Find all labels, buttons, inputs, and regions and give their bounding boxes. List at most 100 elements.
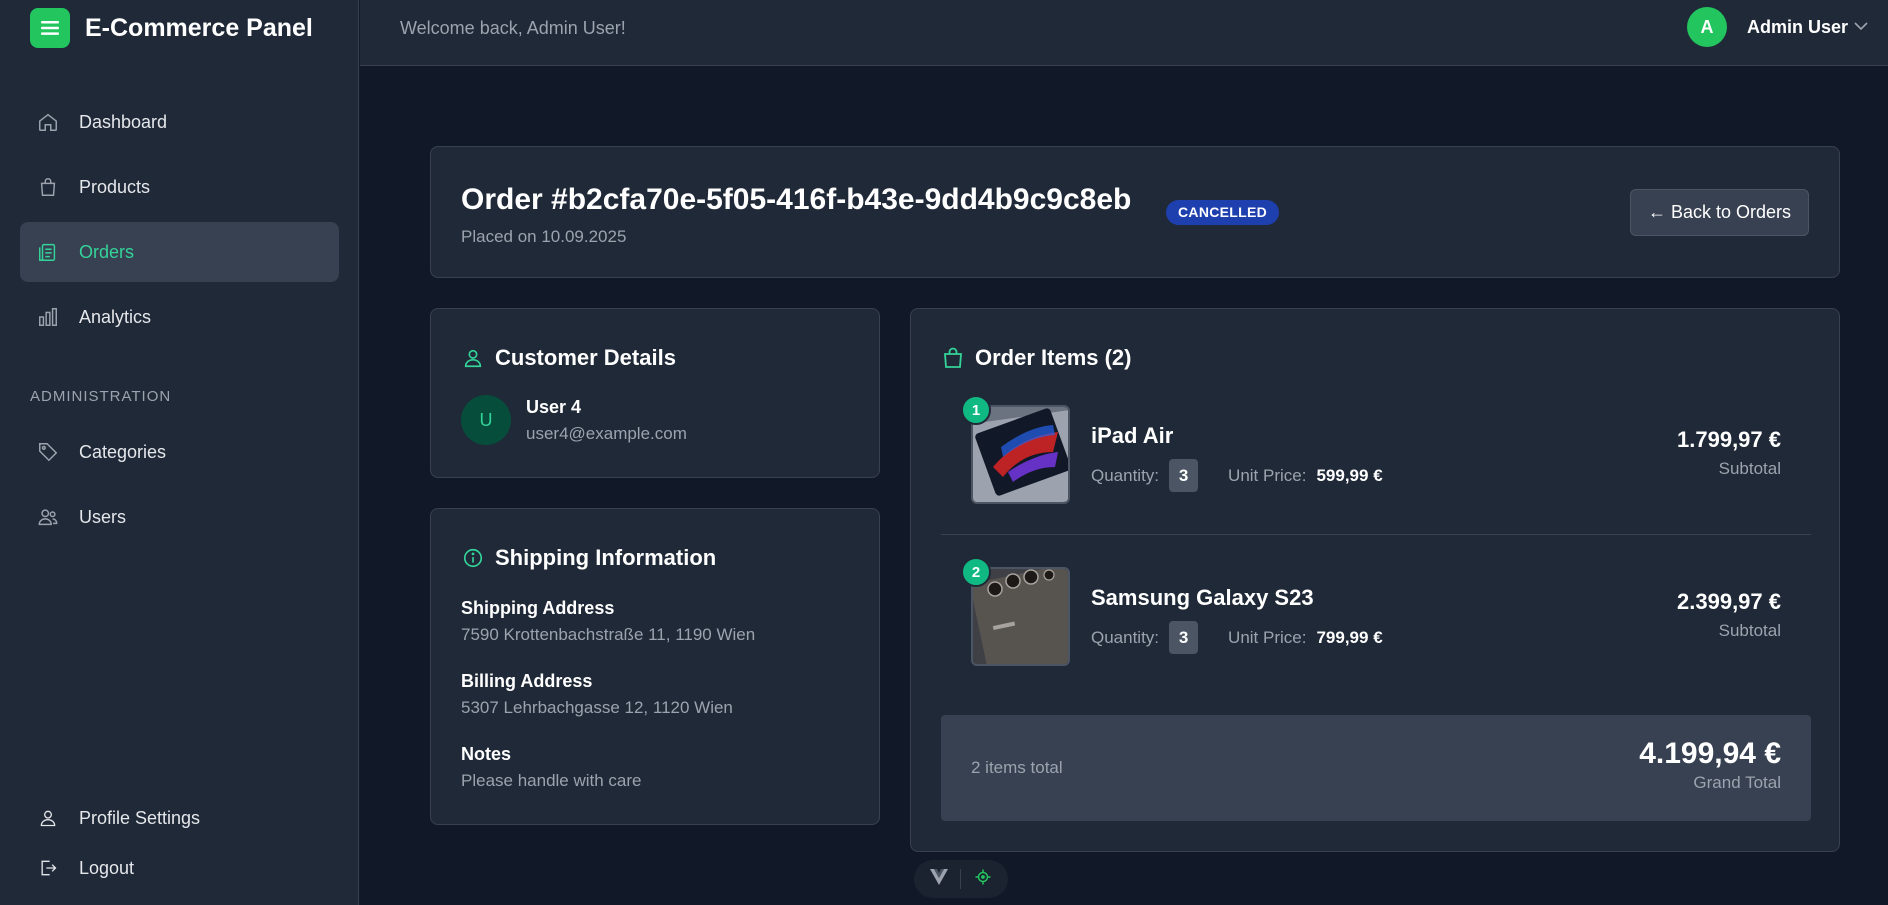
shipping-information-card: Shipping Information Shipping Address 75… (430, 508, 880, 825)
admin-nav: Categories Users (20, 422, 339, 552)
customer-email: user4@example.com (526, 423, 687, 443)
subtotal-amount: 1.799,97 € (1677, 427, 1781, 452)
shopping-bag-icon (36, 175, 60, 199)
sidebar-item-label: Logout (79, 857, 135, 878)
product-name: iPad Air (1091, 423, 1174, 448)
sidebar-item-dashboard[interactable]: Dashboard (20, 92, 339, 152)
order-items-card: Order Items (2) 1 iPad Air Quantity: 3 U… (910, 308, 1840, 852)
logout-icon (36, 856, 60, 880)
user-icon (36, 806, 60, 830)
sidebar-item-label: Products (79, 176, 151, 197)
customer-row: U User 4 user4@example.com (461, 395, 687, 445)
item-index-badge: 2 (961, 557, 991, 587)
sidebar-item-label: Categories (79, 441, 167, 462)
notes-block: Notes Please handle with care (461, 744, 642, 791)
shipping-address-block: Shipping Address 7590 Krottenbachstraße … (461, 598, 755, 645)
shopping-bag-icon (941, 346, 965, 370)
item-meta: Quantity: 3 Unit Price: 799,99 € (1091, 621, 1383, 654)
back-to-orders-button[interactable]: ← Back to Orders (1630, 189, 1809, 236)
sidebar-item-label: Users (79, 506, 127, 527)
list-item[interactable]: 1 iPad Air Quantity: 3 Unit Price: 599,9… (941, 395, 1811, 535)
home-icon (36, 110, 60, 134)
sidebar: E-Commerce Panel Dashboard Products Orde… (0, 0, 359, 905)
welcome-message: Welcome back, Admin User! (400, 18, 626, 38)
sidebar-item-categories[interactable]: Categories (20, 422, 339, 482)
item-meta: Quantity: 3 Unit Price: 599,99 € (1091, 459, 1383, 492)
users-icon (36, 505, 60, 529)
sidebar-item-label: Orders (79, 241, 135, 262)
order-total-bar: 2 items total 4.199,94 € Grand Total (941, 715, 1811, 821)
card-title: Shipping Information (495, 545, 717, 570)
item-index-badge: 1 (961, 395, 991, 425)
main-nav: Dashboard Products Orders Analytics (20, 92, 339, 352)
target-icon[interactable] (974, 868, 992, 891)
app-title: E-Commerce Panel (85, 13, 313, 42)
order-header-card: Order #b2cfa70e-5f05-416f-b43e-9dd4b9c9c… (430, 146, 1840, 278)
clipboard-list-icon (36, 240, 60, 264)
status-badge: CANCELLED (1166, 200, 1280, 225)
user-name: Admin User (1746, 16, 1848, 37)
unit-price-label: Unit Price: (1228, 627, 1307, 647)
sidebar-item-label: Profile Settings (79, 807, 201, 828)
billing-address-block: Billing Address 5307 Lehrbachgasse 12, 1… (461, 671, 733, 718)
order-items-heading: Order Items (2) (941, 345, 1132, 371)
sidebar-item-analytics[interactable]: Analytics (20, 287, 339, 347)
billing-address-value: 5307 Lehrbachgasse 12, 1120 Wien (461, 698, 733, 717)
sidebar-item-label: Dashboard (79, 111, 168, 132)
customer-details-card: Customer Details U User 4 user4@example.… (430, 308, 880, 478)
unit-price-label: Unit Price: (1228, 465, 1307, 485)
sidebar-item-logout[interactable]: Logout (20, 843, 339, 893)
quantity-label: Quantity: (1091, 627, 1160, 647)
quantity-value: 3 (1169, 459, 1199, 492)
sidebar-item-profile-settings[interactable]: Profile Settings (20, 793, 339, 843)
item-subtotal: 2.399,97 € Subtotal (1677, 589, 1781, 641)
customer-details-heading: Customer Details (461, 345, 676, 371)
notes-label: Notes (461, 744, 512, 764)
info-icon (461, 546, 485, 570)
avatar: A (1686, 7, 1727, 47)
quantity-value: 3 (1169, 621, 1199, 654)
menu-icon[interactable] (30, 8, 70, 48)
sidebar-item-label: Analytics (79, 306, 152, 327)
sidebar-item-users[interactable]: Users (20, 487, 339, 547)
brand: E-Commerce Panel (30, 8, 313, 48)
chevron-down-icon (1854, 18, 1868, 36)
bar-chart-icon (36, 305, 60, 329)
page-title: Order #b2cfa70e-5f05-416f-b43e-9dd4b9c9c… (461, 183, 1132, 216)
item-subtotal: 1.799,97 € Subtotal (1677, 427, 1781, 479)
subtotal-label: Subtotal (1718, 621, 1781, 640)
subtotal-amount: 2.399,97 € (1677, 589, 1781, 614)
items-count: 2 items total (971, 758, 1063, 777)
subtotal-label: Subtotal (1718, 459, 1781, 478)
tag-icon (36, 440, 60, 464)
shipping-address-label: Shipping Address (461, 598, 615, 618)
order-date: Placed on 10.09.2025 (461, 227, 627, 246)
devtools-toolbar (914, 860, 1008, 898)
customer-info: User 4 user4@example.com (526, 397, 687, 444)
bottom-nav: Profile Settings Logout (20, 793, 339, 893)
card-title: Customer Details (495, 345, 676, 370)
grand-total-label: Grand Total (1693, 773, 1781, 792)
quantity-label: Quantity: (1091, 465, 1160, 485)
user-icon (461, 346, 485, 370)
toolbar-divider (960, 869, 962, 889)
vue-logo-icon[interactable] (930, 868, 949, 890)
product-name: Samsung Galaxy S23 (1091, 585, 1314, 610)
shipping-information-heading: Shipping Information (461, 545, 716, 571)
grand-total-amount: 4.199,94 € (1639, 737, 1781, 770)
nav-section-label: ADMINISTRATION (30, 388, 172, 405)
topbar: Welcome back, Admin User! A Admin User (360, 0, 1888, 66)
list-item[interactable]: 2 Samsung Galaxy S23 Quantity: 3 Unit Pr… (941, 557, 1811, 697)
card-title: Order Items (2) (975, 345, 1132, 370)
notes-value: Please handle with care (461, 771, 642, 790)
sidebar-item-products[interactable]: Products (20, 157, 339, 217)
grand-total: 4.199,94 € Grand Total (1639, 737, 1781, 793)
sidebar-item-orders[interactable]: Orders (20, 222, 339, 282)
customer-name: User 4 (526, 396, 582, 417)
customer-avatar: U (461, 395, 511, 445)
billing-address-label: Billing Address (461, 671, 593, 691)
user-menu[interactable]: A Admin User (1686, 7, 1868, 47)
unit-price-value: 799,99 € (1316, 627, 1383, 647)
shipping-address-value: 7590 Krottenbachstraße 11, 1190 Wien (461, 625, 756, 644)
unit-price-value: 599,99 € (1316, 465, 1383, 485)
